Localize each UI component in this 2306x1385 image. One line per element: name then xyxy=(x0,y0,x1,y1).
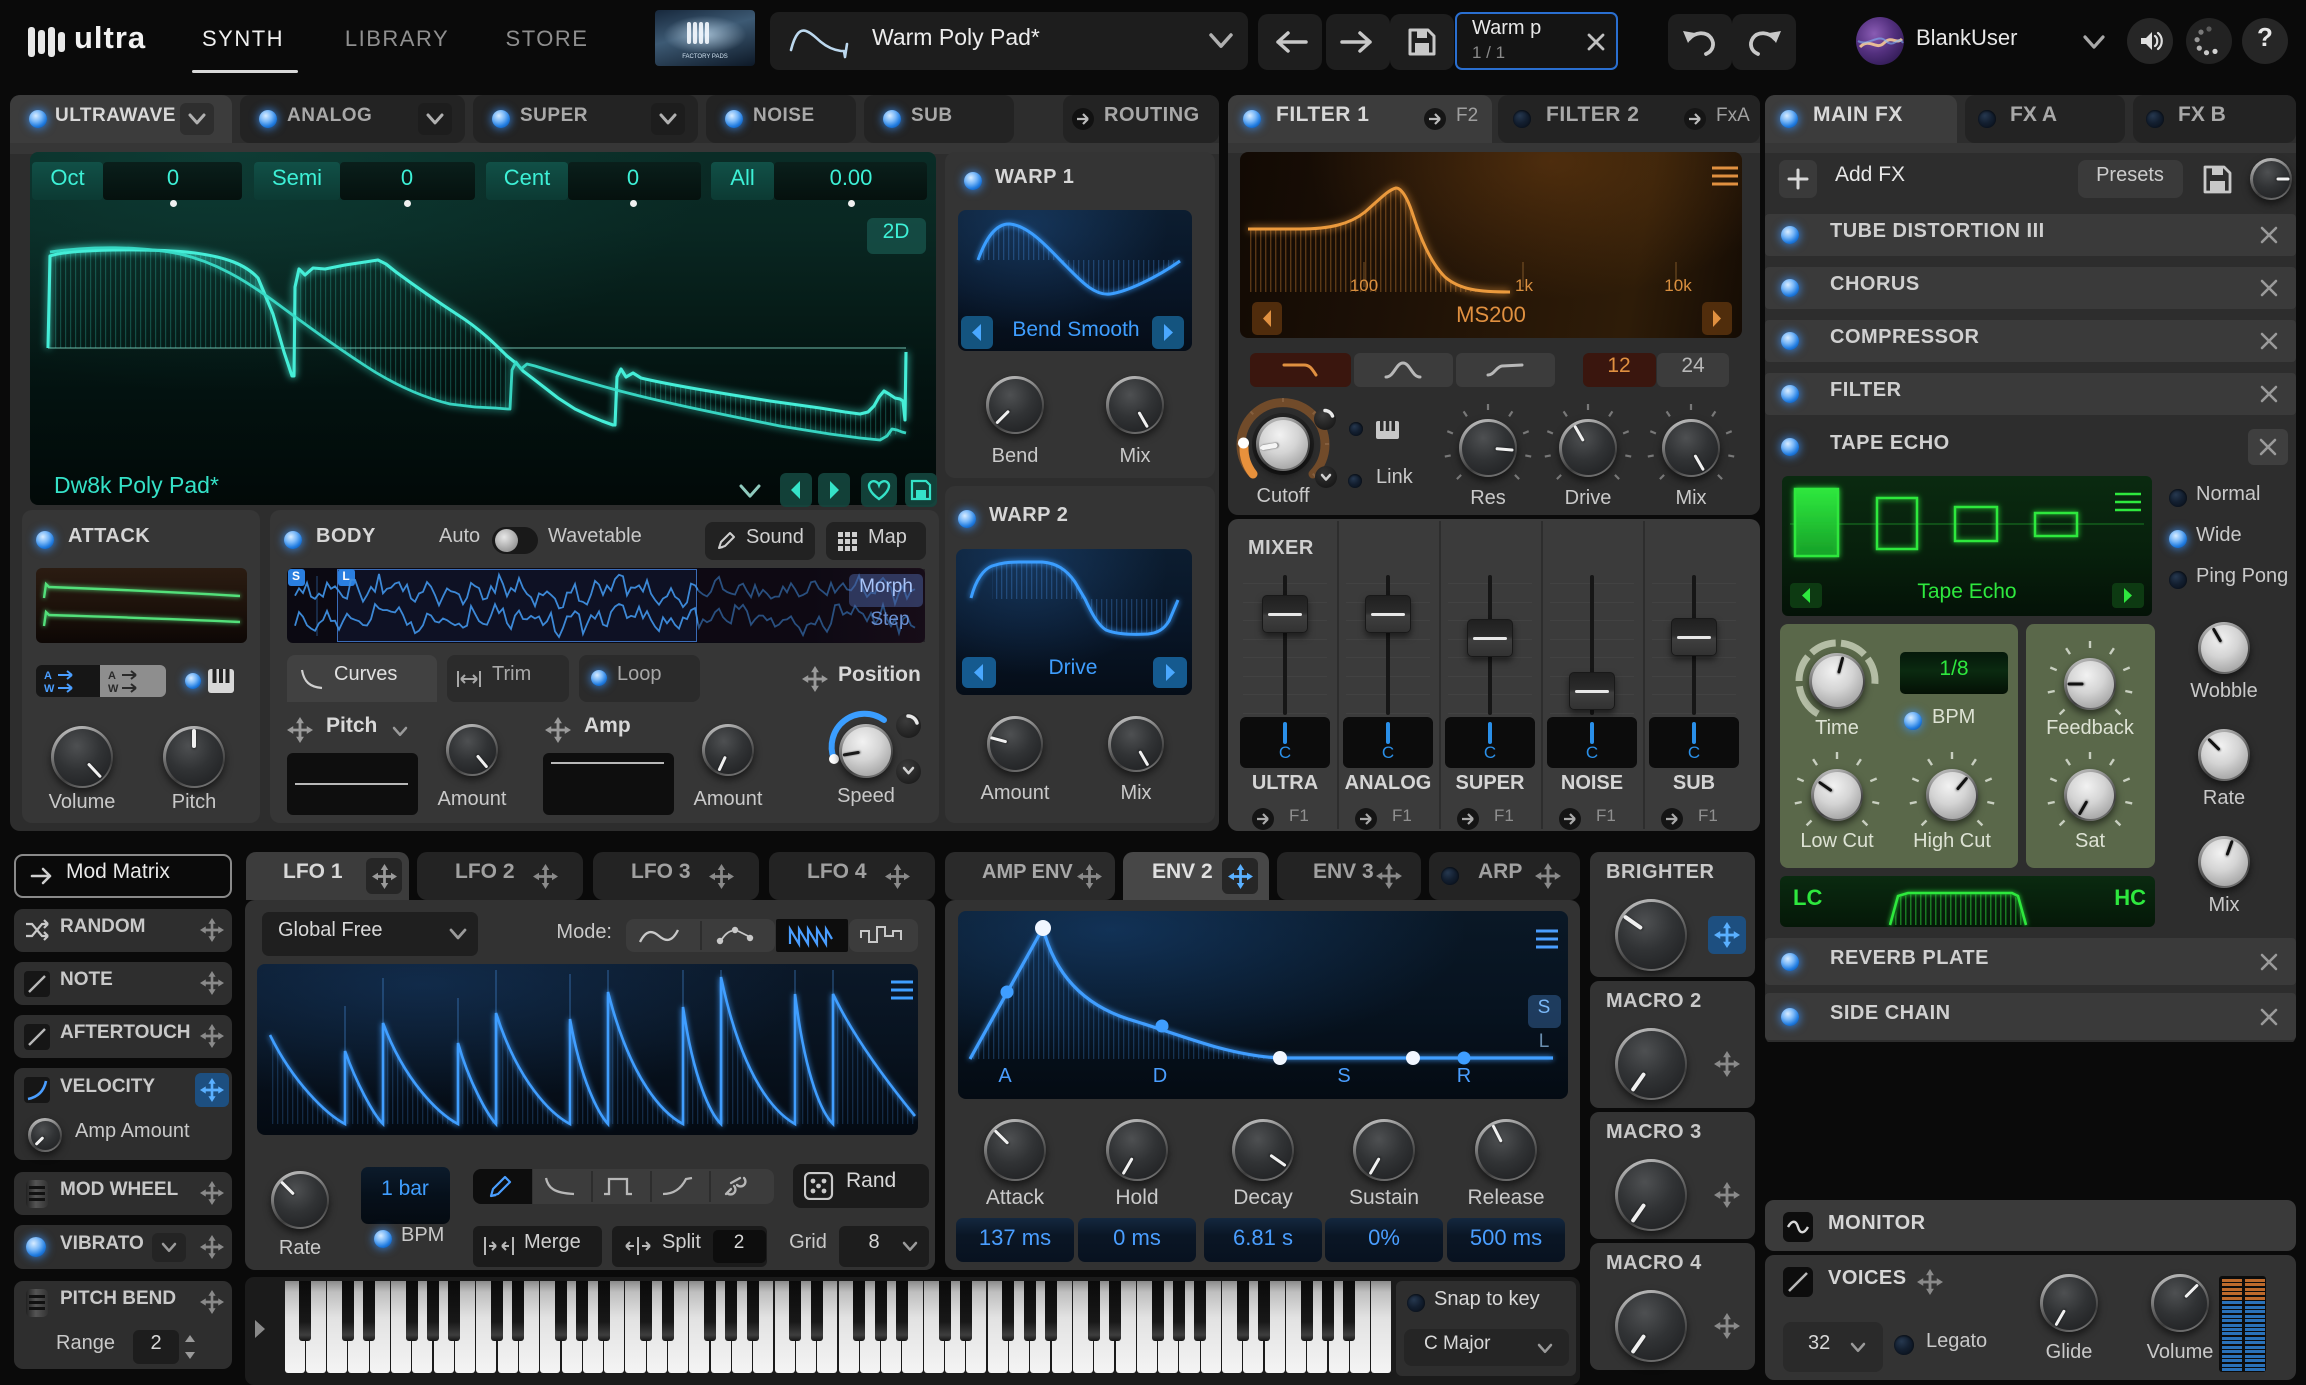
svg-text:W: W xyxy=(44,683,55,694)
svg-text:W: W xyxy=(108,683,119,694)
svg-text:A: A xyxy=(44,670,52,682)
svg-text:A: A xyxy=(108,670,116,682)
